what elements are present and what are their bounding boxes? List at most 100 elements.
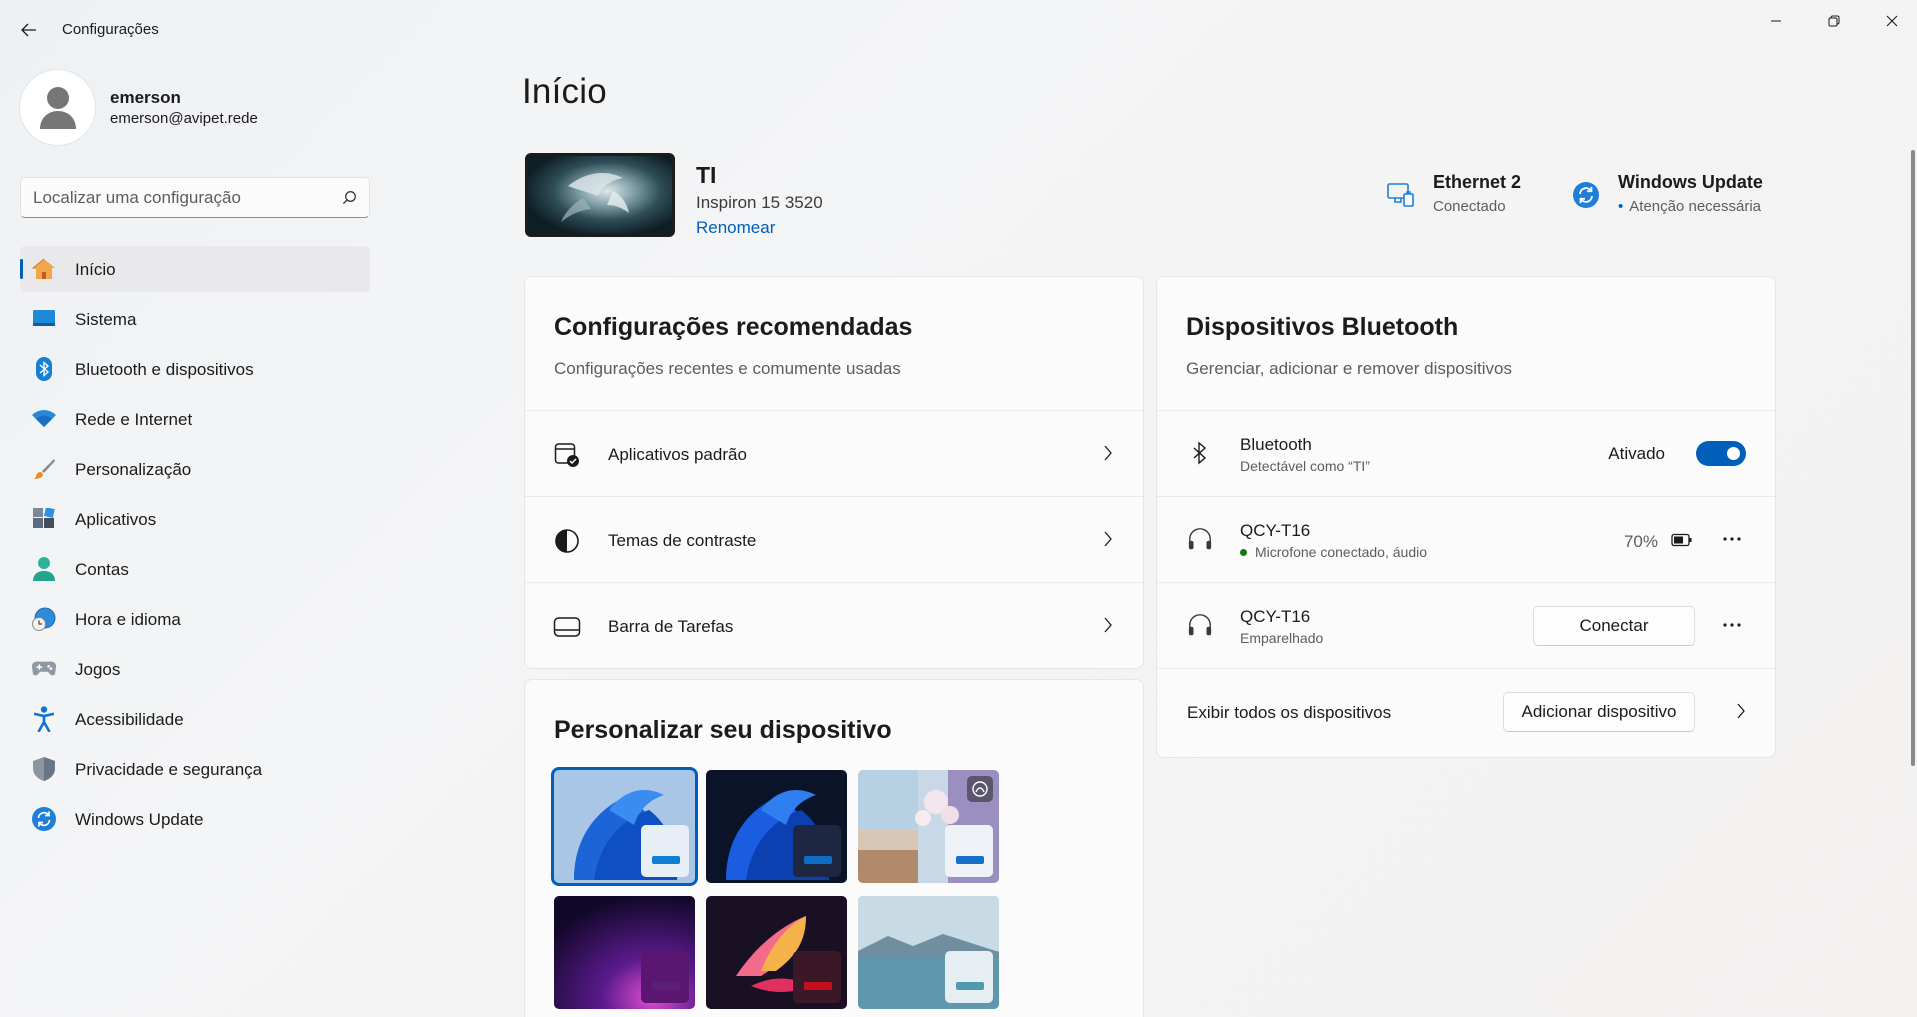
accent-chip (793, 951, 841, 1003)
sidebar-item-bluetooth[interactable]: Bluetooth e dispositivos (20, 346, 370, 392)
app-title: Configurações (62, 21, 159, 38)
sidebar-item-label: Rede e Internet (75, 410, 193, 429)
accent-chip (641, 951, 689, 1003)
sidebar-item-label: Hora e idioma (75, 610, 181, 629)
bluetooth-devices-card: Dispositivos Bluetooth Gerenciar, adicio… (1156, 276, 1776, 758)
chevron-right-icon (1737, 703, 1745, 719)
network-subtitle: Conectado (1433, 198, 1506, 215)
bluetooth-device-row[interactable]: QCY-T16 Emparelhado Conectar (1157, 583, 1775, 669)
theme-thumbnail[interactable] (858, 896, 999, 1009)
close-icon (1886, 15, 1898, 27)
back-button[interactable] (14, 16, 44, 44)
page-title: Início (522, 72, 607, 111)
person-icon (39, 86, 76, 129)
sidebar-item-aplicativos[interactable]: Aplicativos (20, 496, 370, 542)
accent-bar (652, 856, 680, 864)
sidebar-item-contas[interactable]: Contas (20, 546, 370, 592)
accent-bar (652, 982, 680, 990)
search-icon[interactable] (342, 190, 357, 205)
sidebar-item-label: Jogos (75, 660, 121, 679)
back-arrow-icon (21, 23, 36, 37)
theme-thumbnail[interactable] (858, 770, 999, 883)
sidebar-item-label: Aplicativos (75, 510, 157, 529)
search-box[interactable] (20, 177, 370, 218)
taskbar-icon (553, 613, 581, 641)
bluetooth-device-row[interactable]: QCY-T16 Microfone conectado, áudio 70% (1157, 497, 1775, 583)
bluetooth-icon (1187, 439, 1213, 467)
theme-thumbnail[interactable] (551, 767, 698, 886)
update-icon (1571, 180, 1601, 210)
update-subtitle: • Atenção necessária (1618, 198, 1761, 215)
gamepad-icon (32, 657, 56, 681)
sidebar-item-label: Início (75, 260, 116, 279)
sidebar-item-windows-update[interactable]: Windows Update (20, 796, 370, 842)
headphones-icon (1187, 611, 1213, 639)
battery-icon (1671, 533, 1692, 547)
ethernet-icon (1386, 180, 1416, 210)
sidebar-item-label: Windows Update (75, 810, 204, 829)
bluetooth-subtitle: Detectável como “TI” (1240, 458, 1370, 474)
sidebar-item-sistema[interactable]: Sistema (20, 296, 370, 342)
contrast-icon (553, 527, 581, 555)
sidebar-item-rede[interactable]: Rede e Internet (20, 396, 370, 442)
wallpaper-image (561, 172, 629, 222)
search-input[interactable] (33, 187, 333, 209)
close-button[interactable] (1866, 4, 1917, 38)
spotlight-icon (972, 781, 988, 797)
device-wallpaper-thumbnail (525, 153, 675, 237)
update-icon (32, 807, 56, 831)
rename-link[interactable]: Renomear (696, 218, 775, 238)
personalize-card: Personalizar seu dispositivo (524, 679, 1144, 1017)
sidebar-item-label: Acessibilidade (75, 710, 184, 729)
sidebar-item-privacidade[interactable]: Privacidade e segurança (20, 746, 370, 792)
more-icon (1723, 623, 1741, 627)
restore-button[interactable] (1808, 4, 1860, 38)
sidebar-nav: Início Sistema Bluetooth e dispositivos … (20, 246, 370, 846)
sidebar-item-label: Privacidade e segurança (75, 760, 263, 779)
sidebar-item-inicio[interactable]: Início (20, 246, 370, 292)
more-options-button[interactable] (1717, 610, 1747, 640)
sidebar-item-label: Sistema (75, 310, 137, 329)
profile-email: emerson@avipet.rede (110, 110, 258, 127)
bluetooth-toggle[interactable] (1696, 441, 1746, 466)
view-all-devices-label: Exibir todos os dispositivos (1187, 703, 1392, 722)
theme-thumbnail[interactable] (706, 770, 847, 883)
theme-thumbnail[interactable] (706, 896, 847, 1009)
title-bar: Configurações (0, 0, 1917, 58)
restore-icon (1828, 15, 1840, 27)
sidebar-item-jogos[interactable]: Jogos (20, 646, 370, 692)
recommended-item-contrast-themes[interactable]: Temas de contraste (525, 497, 1143, 583)
sidebar-item-hora[interactable]: Hora e idioma (20, 596, 370, 642)
connect-button[interactable]: Conectar (1533, 606, 1695, 646)
spotlight-badge (967, 776, 993, 802)
globe-clock-icon (32, 607, 56, 631)
view-all-devices-row[interactable]: Exibir todos os dispositivos Adicionar d… (1157, 669, 1775, 755)
accessibility-icon (32, 706, 56, 732)
update-title: Windows Update (1618, 172, 1763, 192)
bluetooth-icon (32, 357, 56, 381)
recommended-item-taskbar[interactable]: Barra de Tarefas (525, 583, 1143, 668)
device-status: Emparelhado (1240, 630, 1324, 646)
avatar[interactable] (20, 70, 95, 145)
accent-chip (945, 825, 993, 877)
bluetooth-toggle-row: Bluetooth Detectável como “TI” Ativado (1157, 411, 1775, 497)
sidebar-item-label: Contas (75, 560, 129, 579)
row-label: Aplicativos padrão (608, 445, 747, 464)
card-title: Personalizar seu dispositivo (554, 716, 892, 744)
card-header: Configurações recomendadas Configurações… (525, 277, 1143, 411)
shield-icon (32, 757, 56, 781)
attention-dot-icon: • (1618, 198, 1624, 215)
device-model: Inspiron 15 3520 (696, 193, 823, 212)
sidebar-item-acessibilidade[interactable]: Acessibilidade (20, 696, 370, 742)
more-options-button[interactable] (1717, 524, 1747, 554)
theme-thumbnail[interactable] (554, 896, 695, 1009)
add-device-button[interactable]: Adicionar dispositivo (1503, 692, 1695, 732)
chevron-right-icon (1104, 617, 1112, 633)
row-label: Temas de contraste (608, 531, 757, 550)
minimize-button[interactable] (1750, 4, 1802, 38)
page-scrollbar[interactable] (1911, 150, 1915, 766)
recommended-item-default-apps[interactable]: Aplicativos padrão (525, 411, 1143, 497)
accent-chip (641, 825, 689, 877)
sidebar-item-personalizacao[interactable]: Personalização (20, 446, 370, 492)
more-icon (1723, 537, 1741, 541)
